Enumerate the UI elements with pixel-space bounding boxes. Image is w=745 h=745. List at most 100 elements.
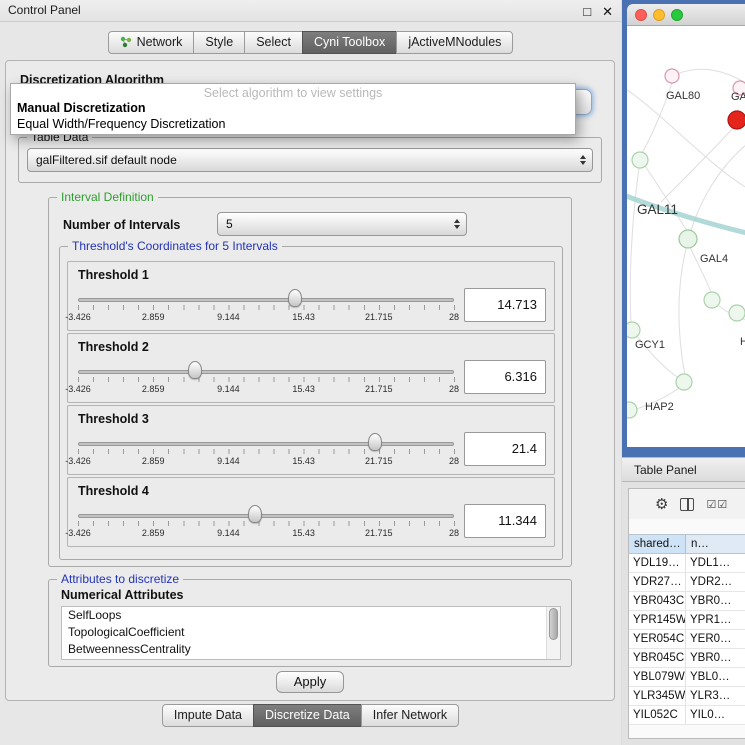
- table-row[interactable]: YLR345W YLR3…: [629, 687, 745, 706]
- tab-discretize-data[interactable]: Discretize Data: [253, 704, 362, 727]
- cell-shared-name[interactable]: YBL079W: [629, 668, 686, 686]
- list-scrollbar[interactable]: [546, 607, 560, 659]
- network-node[interactable]: [627, 402, 637, 418]
- table-row[interactable]: YBR043C YBR0…: [629, 592, 745, 611]
- slider-track[interactable]: [78, 442, 454, 446]
- thresholds-group-label: Threshold's Coordinates for 5 Intervals: [68, 239, 282, 253]
- threshold-3-value-field[interactable]: 21.4: [464, 432, 546, 466]
- cell-name[interactable]: YBR0…: [686, 649, 745, 667]
- network-node[interactable]: [632, 152, 648, 168]
- cell-shared-name[interactable]: YBR043C: [629, 592, 686, 610]
- threshold-4-value-field[interactable]: 11.344: [464, 504, 546, 538]
- cell-shared-name[interactable]: YIL052C: [629, 706, 686, 724]
- algorithm-dropdown-popup: Select algorithm to view settings Manual…: [10, 83, 576, 135]
- threshold-2-value-field[interactable]: 6.316: [464, 360, 546, 394]
- slider-track[interactable]: [78, 298, 454, 302]
- tab-infer-network-label: Infer Network: [373, 708, 447, 722]
- gear-icon[interactable]: ⚙: [655, 497, 668, 512]
- node-label-gal11: GAL11: [637, 202, 678, 217]
- network-canvas[interactable]: GAL80 GA GAL11 GAL4 GCY1 H HAP2: [627, 26, 745, 447]
- table-header-row: shared… n…: [629, 534, 745, 554]
- slider-track[interactable]: [78, 514, 454, 518]
- node-label-gal80: GAL80: [666, 90, 700, 102]
- traffic-light-close-icon[interactable]: [635, 9, 647, 21]
- threshold-1-label: Threshold 1: [78, 268, 149, 282]
- cell-shared-name[interactable]: YPR145W: [629, 611, 686, 629]
- traffic-light-zoom-icon[interactable]: [671, 9, 683, 21]
- scrollbar-thumb[interactable]: [549, 608, 558, 640]
- network-node[interactable]: [729, 305, 745, 321]
- scale-tick-label: 9.144: [217, 384, 240, 394]
- apply-button[interactable]: Apply: [276, 671, 344, 693]
- table-row[interactable]: YDL19… YDL1…: [629, 554, 745, 573]
- cell-name[interactable]: YIL0…: [686, 706, 745, 724]
- column-header-name[interactable]: n…: [686, 535, 745, 553]
- threshold-1-value-field[interactable]: 14.713: [464, 288, 546, 322]
- node-label-partial-top: GA: [731, 91, 745, 103]
- list-item-topologicalcoefficient[interactable]: TopologicalCoefficient: [62, 624, 560, 641]
- scale-tick-label: 9.144: [217, 528, 240, 538]
- table-row[interactable]: YER054C YER0…: [629, 630, 745, 649]
- scale-tick-label: -3.426: [65, 456, 91, 466]
- table-row[interactable]: YPR145W YPR1…: [629, 611, 745, 630]
- network-node[interactable]: [665, 69, 679, 83]
- network-node[interactable]: [676, 374, 692, 390]
- table-row[interactable]: YIL052C YIL0…: [629, 706, 745, 725]
- algorithm-option-equal-width[interactable]: Equal Width/Frequency Discretization: [11, 116, 575, 132]
- tab-select[interactable]: Select: [244, 31, 303, 54]
- checkbox-select-icons[interactable]: ☑☑: [706, 498, 728, 511]
- cell-shared-name[interactable]: YDL19…: [629, 554, 686, 572]
- column-header-shared-name[interactable]: shared…: [629, 535, 686, 553]
- scale-tick-label: 2.859: [142, 312, 165, 322]
- network-node[interactable]: [679, 230, 697, 248]
- table-columns-icon[interactable]: [680, 498, 694, 511]
- interval-definition-label: Interval Definition: [57, 190, 158, 204]
- tab-impute-data[interactable]: Impute Data: [162, 704, 254, 727]
- table-data-combobox[interactable]: galFiltered.sif default node: [27, 148, 593, 172]
- threshold-2-slider-thumb[interactable]: [188, 361, 202, 379]
- tab-jactivemnodules-label: jActiveMNodules: [408, 35, 501, 49]
- tab-cyni-toolbox[interactable]: Cyni Toolbox: [302, 31, 397, 54]
- tab-style[interactable]: Style: [193, 31, 245, 54]
- table-row[interactable]: YBR045C YBR0…: [629, 649, 745, 668]
- number-of-intervals-combobox[interactable]: 5: [217, 212, 467, 236]
- cell-name[interactable]: YDR2…: [686, 573, 745, 591]
- list-item-betweennesscentrality[interactable]: BetweennessCentrality: [62, 641, 560, 658]
- cell-name[interactable]: YDL1…: [686, 554, 745, 572]
- tab-network[interactable]: Network: [108, 31, 195, 54]
- cell-shared-name[interactable]: YER054C: [629, 630, 686, 648]
- cell-shared-name[interactable]: YDR27…: [629, 573, 686, 591]
- table-row[interactable]: YBL079W YBL0…: [629, 668, 745, 687]
- network-view-area: GAL80 GA GAL11 GAL4 GCY1 H HAP2: [622, 0, 745, 457]
- cell-name[interactable]: YLR3…: [686, 687, 745, 705]
- network-window-titlebar[interactable]: [627, 4, 745, 26]
- table-panel-titlebar[interactable]: Table Panel: [622, 457, 745, 482]
- list-item-selfloops[interactable]: SelfLoops: [62, 607, 560, 624]
- slider-scale: -3.426 2.859 9.144 15.43 21.715 28: [78, 384, 454, 396]
- cell-name[interactable]: YBR0…: [686, 592, 745, 610]
- network-node[interactable]: [704, 292, 720, 308]
- tab-infer-network[interactable]: Infer Network: [361, 704, 459, 727]
- close-window-icon[interactable]: ✕: [602, 1, 613, 22]
- interval-definition-group: Interval Definition Number of Intervals …: [48, 197, 572, 567]
- float-window-icon[interactable]: □: [583, 1, 591, 22]
- threshold-2-panel: Threshold 2 -3.426 2.859 9.144 15.43 21.…: [67, 333, 555, 403]
- network-node[interactable]: [627, 322, 640, 338]
- threshold-4-slider-thumb[interactable]: [248, 505, 262, 523]
- algorithm-option-manual[interactable]: Manual Discretization: [11, 100, 575, 116]
- tab-jactivemnodules[interactable]: jActiveMNodules: [396, 31, 513, 54]
- threshold-1-slider-thumb[interactable]: [288, 289, 302, 307]
- traffic-light-minimize-icon[interactable]: [653, 9, 665, 21]
- cell-name[interactable]: YER0…: [686, 630, 745, 648]
- cell-shared-name[interactable]: YBR045C: [629, 649, 686, 667]
- network-node-selected[interactable]: [728, 111, 745, 129]
- slider-track[interactable]: [78, 370, 454, 374]
- cell-shared-name[interactable]: YLR345W: [629, 687, 686, 705]
- table-data-group: Table Data galFiltered.sif default node: [18, 137, 602, 183]
- cell-name[interactable]: YPR1…: [686, 611, 745, 629]
- cell-name[interactable]: YBL0…: [686, 668, 745, 686]
- control-panel-titlebar[interactable]: Control Panel □ ✕: [0, 0, 621, 22]
- table-row[interactable]: YDR27… YDR2…: [629, 573, 745, 592]
- numerical-attributes-list: SelfLoops TopologicalCoefficient Between…: [61, 606, 561, 660]
- threshold-3-slider-thumb[interactable]: [368, 433, 382, 451]
